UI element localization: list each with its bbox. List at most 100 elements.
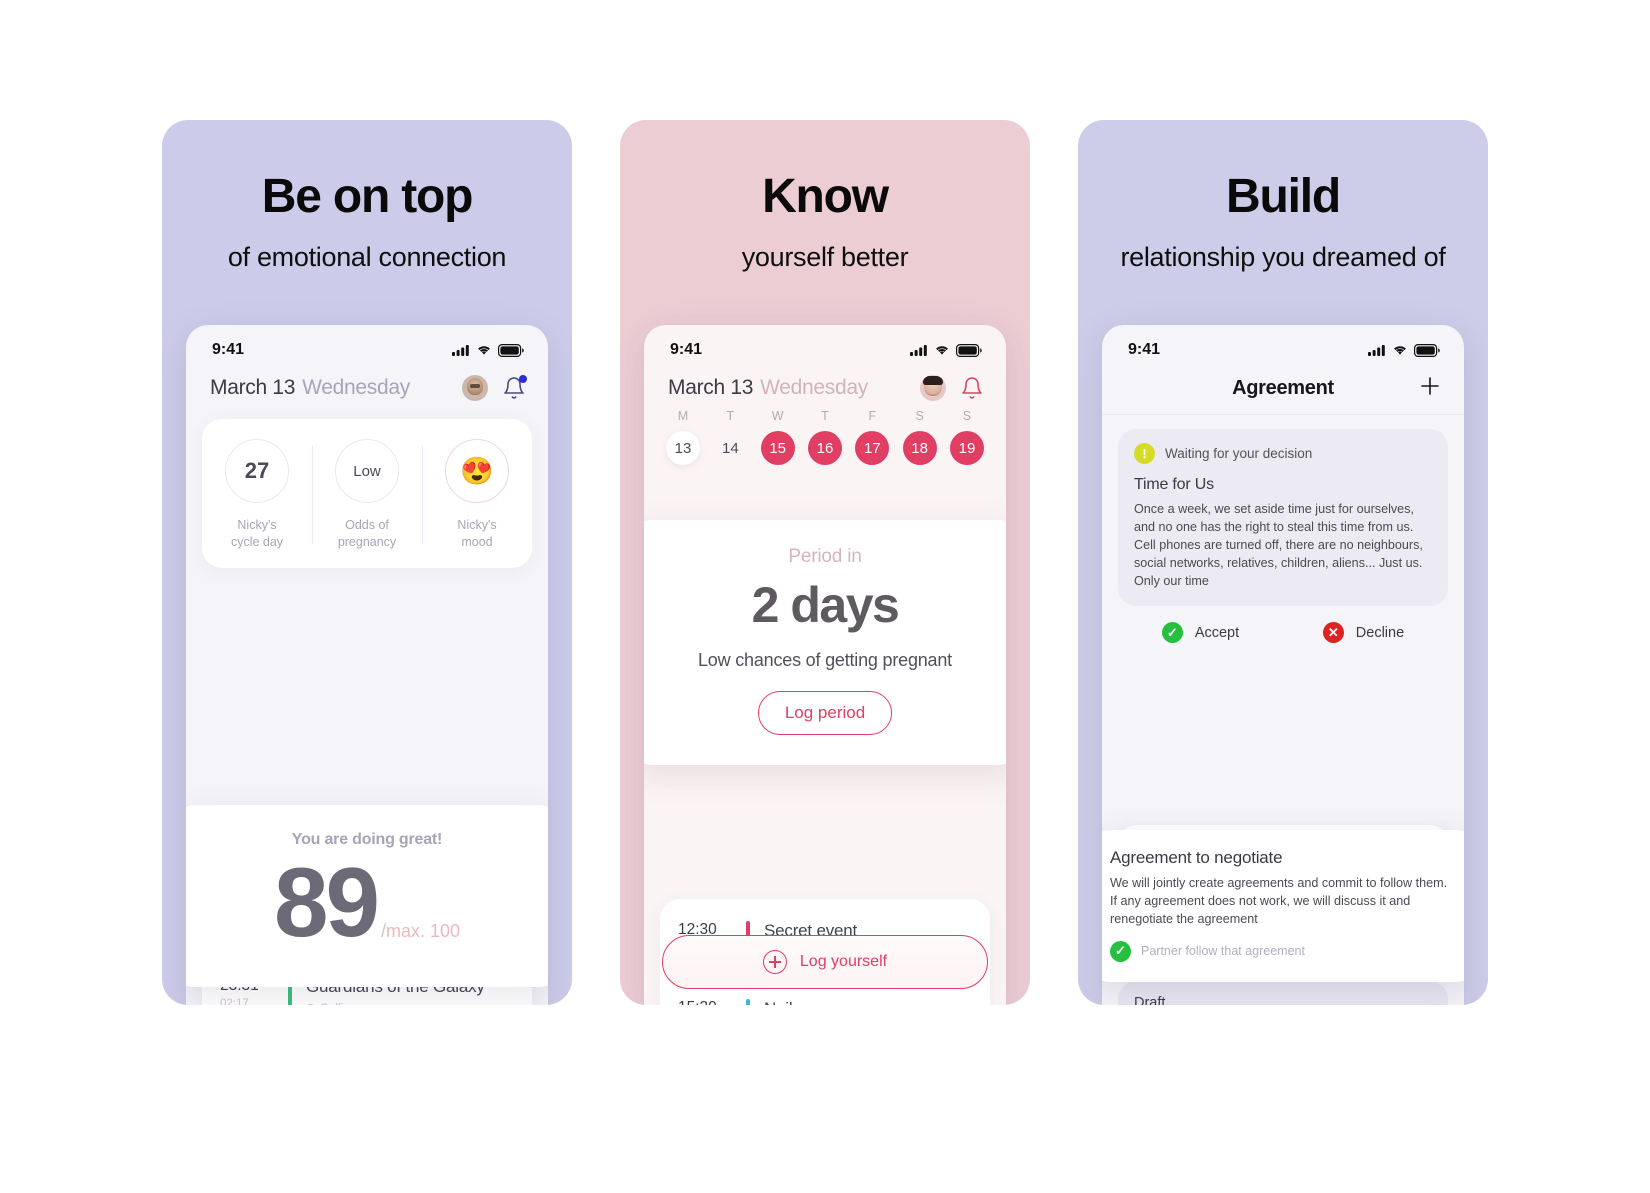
agreement-text: We will jointly create agreements and co… xyxy=(1110,876,1448,926)
battery-icon xyxy=(498,343,524,357)
event-location: Gulliver xyxy=(306,1003,514,1005)
weekday-letter: F xyxy=(868,409,877,423)
notification-bell-button[interactable] xyxy=(960,376,984,400)
add-agreement-button[interactable] xyxy=(1418,374,1442,398)
weekday-text: Wednesday xyxy=(760,376,868,399)
stat-label: Odds of pregnancy xyxy=(312,517,422,550)
calendar-day-3[interactable]: T 16 xyxy=(806,409,844,465)
day-number: 15 xyxy=(760,431,795,465)
wifi-icon xyxy=(1394,346,1406,355)
stat-label-line1: Odds of xyxy=(345,518,389,532)
plus-circle-icon xyxy=(762,950,787,974)
date-text: March 13 xyxy=(210,376,296,399)
warning-icon: ! xyxy=(1134,443,1155,464)
nav-bar-1: March 13 Wednesday xyxy=(186,365,548,405)
location-pin-icon xyxy=(307,1003,314,1005)
log-yourself-label: Log yourself xyxy=(799,953,888,970)
agreement-footer: ✓ Partner follow that agreement xyxy=(1110,940,1456,962)
calendar-day-0[interactable]: M 13 xyxy=(664,409,702,465)
stat-pregnancy-odds[interactable]: Low Odds of pregnancy xyxy=(312,439,422,550)
status-bar-3: 9:41 xyxy=(1102,325,1464,365)
period-value: 2 days xyxy=(751,577,900,633)
agreement-pending-card[interactable]: ! Waiting for your decision Time for Us … xyxy=(1118,429,1448,607)
stat-label-line1: Nicky's xyxy=(237,518,277,532)
status-icons xyxy=(1368,343,1440,357)
weekday-letter: W xyxy=(771,409,784,423)
agreement-negotiate-card[interactable]: Agreement to negotiate We will jointly c… xyxy=(1102,830,1464,982)
accept-label: Accept xyxy=(1194,624,1240,641)
nav-bar-3: Agreement xyxy=(1102,365,1464,415)
draft-label: Draft xyxy=(1134,995,1166,1005)
avatar-female[interactable] xyxy=(920,375,946,401)
status-time: 9:41 xyxy=(670,341,703,358)
event-location-text: Gulliver xyxy=(320,1003,359,1005)
weekday-letter: T xyxy=(726,409,735,423)
x-circle-icon: ✕ xyxy=(1322,622,1344,644)
day-number: 13 xyxy=(666,431,700,465)
period-card: Period in 2 days Low chances of getting … xyxy=(644,520,1006,765)
stat-value-circle: 27 xyxy=(225,439,289,503)
promo-panel-2: Know yourself better 9:41 March 13 Wednes… xyxy=(620,120,1030,1005)
calendar-day-2[interactable]: W 15 xyxy=(759,409,797,465)
check-circle-icon: ✓ xyxy=(1161,622,1183,644)
period-subtitle: Low chances of getting pregnant xyxy=(698,650,952,670)
stat-mood[interactable]: 😍 Nicky's mood xyxy=(422,439,532,550)
stat-value-circle: Low xyxy=(335,439,399,503)
weekday-letter: M xyxy=(677,409,689,423)
stat-label-line1: Nicky's xyxy=(457,518,497,532)
log-yourself-button[interactable]: Log yourself xyxy=(662,935,988,989)
calendar-day-6[interactable]: S 19 xyxy=(948,409,986,465)
date-title-1: March 13 Wednesday xyxy=(210,376,410,400)
day-number: 14 xyxy=(721,439,739,457)
promo-stage: Be on top of emotional connection 9:41 M… xyxy=(0,0,1650,1193)
day-number: 16 xyxy=(807,431,842,465)
phone-mockup-2: 9:41 March 13 Wednesday M 13 T 14 W 15 T… xyxy=(644,325,1006,1005)
agreement-title: Time for Us xyxy=(1134,476,1214,493)
promo-subtitle-1: of emotional connection xyxy=(227,242,507,273)
date-text: March 13 xyxy=(668,376,754,399)
status-badge: Waiting for your decision xyxy=(1165,446,1313,461)
nav-icons-2 xyxy=(920,375,984,401)
calendar-day-1[interactable]: T 14 xyxy=(711,409,749,465)
status-icons xyxy=(452,343,524,357)
promo-subtitle-2: yourself better xyxy=(741,242,909,273)
notification-bell-button[interactable] xyxy=(502,375,527,400)
nav-icons-1 xyxy=(462,375,527,401)
wifi-icon xyxy=(478,346,490,355)
log-period-button[interactable]: Log period xyxy=(757,691,893,735)
plus-icon xyxy=(1421,377,1439,395)
weekday-letter: S xyxy=(915,409,924,423)
table-row[interactable]: 15:30 16:30 Nails xyxy=(660,993,990,1005)
draft-labels: Draft Priority xyxy=(1134,995,1432,1005)
event-end: 02:17 xyxy=(220,998,249,1005)
agreement-text: Once a week, we set aside time just for … xyxy=(1134,502,1423,588)
weekday-letter: S xyxy=(962,409,972,423)
agreement-title: Agreement to negotiate xyxy=(1110,848,1283,867)
event-time: 15:30 16:30 xyxy=(678,999,746,1005)
battery-icon xyxy=(1414,343,1440,357)
status-icons xyxy=(910,343,982,357)
day-number: 18 xyxy=(902,431,937,465)
stat-label-line2: cycle day xyxy=(230,534,284,549)
date-title-2: March 13 Wednesday xyxy=(668,376,868,400)
agreement-draft-card[interactable]: Draft Priority xyxy=(1118,981,1448,1005)
stat-cycle-day[interactable]: 27 Nicky's cycle day xyxy=(202,439,312,550)
agreement-footer-text: Partner follow that agreement xyxy=(1141,944,1305,959)
promo-panel-3: Build relationship you dreamed of 9:41 A… xyxy=(1078,120,1488,1005)
calendar-day-4[interactable]: F 17 xyxy=(853,409,891,465)
promo-title-2: Know xyxy=(762,170,889,223)
decline-label: Decline xyxy=(1355,624,1405,641)
avatar-male[interactable] xyxy=(462,375,488,401)
decline-button[interactable]: ✕ Decline xyxy=(1322,622,1405,644)
stat-label: Nicky's mood xyxy=(422,517,532,550)
promo-title-1: Be on top xyxy=(261,170,474,223)
phone-mockup-1: 9:41 March 13 Wednesday 27 Nicky's cycle… xyxy=(186,325,548,1005)
calendar-day-5[interactable]: S 18 xyxy=(901,409,939,465)
day-number: 19 xyxy=(949,431,984,465)
weekday-letter: T xyxy=(821,409,829,423)
promo-panel-1: Be on top of emotional connection 9:41 M… xyxy=(162,120,572,1005)
accept-button[interactable]: ✓ Accept xyxy=(1161,622,1240,644)
stats-card: 27 Nicky's cycle day Low Odds of pregnan… xyxy=(202,419,532,568)
score-max: /max. 100 xyxy=(380,921,461,941)
status-time: 9:41 xyxy=(1128,341,1161,358)
